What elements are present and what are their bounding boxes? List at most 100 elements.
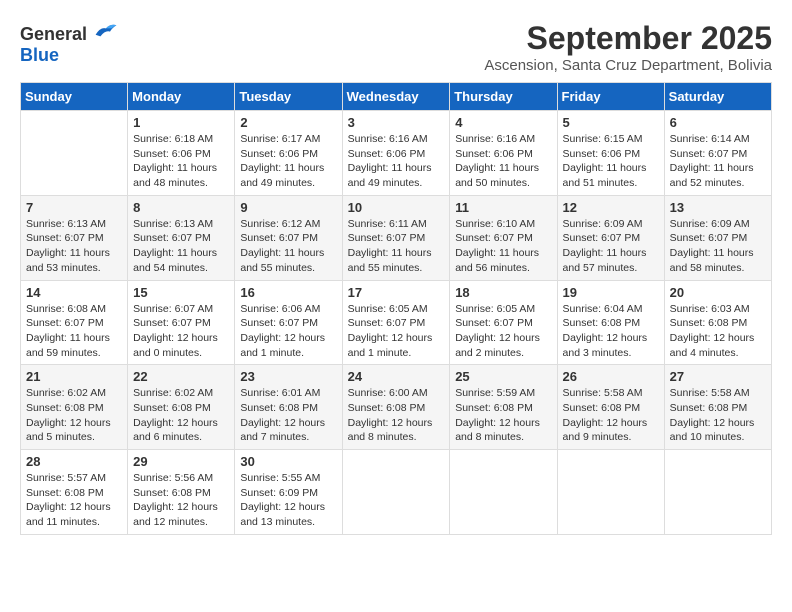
calendar-cell: 13 Sunrise: 6:09 AM Sunset: 6:07 PM Dayli… xyxy=(664,195,771,280)
location-subtitle: Ascension, Santa Cruz Department, Bolivi… xyxy=(484,57,772,74)
day-number: 28 xyxy=(26,454,122,469)
day-header-thursday: Thursday xyxy=(450,83,557,111)
calendar-cell: 11 Sunrise: 6:10 AM Sunset: 6:07 PM Dayli… xyxy=(450,195,557,280)
day-headers-row: SundayMondayTuesdayWednesdayThursdayFrid… xyxy=(21,83,772,111)
day-info: Sunrise: 5:55 AM Sunset: 6:09 PM Dayligh… xyxy=(240,471,336,530)
calendar-week-4: 21 Sunrise: 6:02 AM Sunset: 6:08 PM Dayli… xyxy=(21,365,772,450)
day-info: Sunrise: 6:02 AM Sunset: 6:08 PM Dayligh… xyxy=(26,386,122,445)
day-number: 17 xyxy=(348,285,445,300)
day-info: Sunrise: 6:00 AM Sunset: 6:08 PM Dayligh… xyxy=(348,386,445,445)
day-number: 26 xyxy=(563,369,659,384)
day-number: 7 xyxy=(26,200,122,215)
day-number: 6 xyxy=(670,115,766,130)
day-info: Sunrise: 6:16 AM Sunset: 6:06 PM Dayligh… xyxy=(455,132,551,191)
day-number: 5 xyxy=(563,115,659,130)
calendar-cell xyxy=(342,450,450,535)
day-number: 14 xyxy=(26,285,122,300)
day-header-monday: Monday xyxy=(128,83,235,111)
calendar-cell: 27 Sunrise: 5:58 AM Sunset: 6:08 PM Dayli… xyxy=(664,365,771,450)
day-number: 8 xyxy=(133,200,229,215)
day-info: Sunrise: 6:01 AM Sunset: 6:08 PM Dayligh… xyxy=(240,386,336,445)
calendar-cell: 3 Sunrise: 6:16 AM Sunset: 6:06 PM Daylig… xyxy=(342,111,450,196)
day-info: Sunrise: 6:10 AM Sunset: 6:07 PM Dayligh… xyxy=(455,217,551,276)
day-info: Sunrise: 5:59 AM Sunset: 6:08 PM Dayligh… xyxy=(455,386,551,445)
calendar-cell: 15 Sunrise: 6:07 AM Sunset: 6:07 PM Dayli… xyxy=(128,280,235,365)
month-title: September 2025 xyxy=(484,20,772,57)
day-number: 1 xyxy=(133,115,229,130)
day-number: 11 xyxy=(455,200,551,215)
calendar-cell xyxy=(21,111,128,196)
day-header-sunday: Sunday xyxy=(21,83,128,111)
calendar-week-1: 1 Sunrise: 6:18 AM Sunset: 6:06 PM Daylig… xyxy=(21,111,772,196)
calendar-week-5: 28Sunrise: 5:57 AM Sunset: 6:08 PM Dayli… xyxy=(21,450,772,535)
day-info: Sunrise: 5:56 AM Sunset: 6:08 PM Dayligh… xyxy=(133,471,229,530)
day-header-friday: Friday xyxy=(557,83,664,111)
calendar-cell: 19Sunrise: 6:04 AM Sunset: 6:08 PM Dayli… xyxy=(557,280,664,365)
day-number: 4 xyxy=(455,115,551,130)
day-info: Sunrise: 5:58 AM Sunset: 6:08 PM Dayligh… xyxy=(670,386,766,445)
calendar-cell: 21 Sunrise: 6:02 AM Sunset: 6:08 PM Dayli… xyxy=(21,365,128,450)
calendar-cell xyxy=(664,450,771,535)
day-info: Sunrise: 5:58 AM Sunset: 6:08 PM Dayligh… xyxy=(563,386,659,445)
day-info: Sunrise: 6:12 AM Sunset: 6:07 PM Dayligh… xyxy=(240,217,336,276)
calendar-cell: 8 Sunrise: 6:13 AM Sunset: 6:07 PM Daylig… xyxy=(128,195,235,280)
calendar-header: SundayMondayTuesdayWednesdayThursdayFrid… xyxy=(21,83,772,111)
day-number: 21 xyxy=(26,369,122,384)
calendar-cell: 10Sunrise: 6:11 AM Sunset: 6:07 PM Dayli… xyxy=(342,195,450,280)
day-number: 3 xyxy=(348,115,445,130)
day-info: Sunrise: 6:18 AM Sunset: 6:06 PM Dayligh… xyxy=(133,132,229,191)
day-number: 18 xyxy=(455,285,551,300)
logo-general: General xyxy=(20,24,87,44)
logo: General Blue xyxy=(20,20,118,66)
calendar-cell: 28Sunrise: 5:57 AM Sunset: 6:08 PM Dayli… xyxy=(21,450,128,535)
calendar-cell: 4 Sunrise: 6:16 AM Sunset: 6:06 PM Daylig… xyxy=(450,111,557,196)
calendar-cell: 6Sunrise: 6:14 AM Sunset: 6:07 PM Daylig… xyxy=(664,111,771,196)
page-header: General Blue September 2025 Ascension, S… xyxy=(20,20,772,74)
day-number: 13 xyxy=(670,200,766,215)
logo-bird-icon xyxy=(94,20,118,40)
day-info: Sunrise: 6:02 AM Sunset: 6:08 PM Dayligh… xyxy=(133,386,229,445)
day-info: Sunrise: 6:07 AM Sunset: 6:07 PM Dayligh… xyxy=(133,302,229,361)
day-number: 27 xyxy=(670,369,766,384)
day-number: 29 xyxy=(133,454,229,469)
day-number: 12 xyxy=(563,200,659,215)
calendar-week-3: 14 Sunrise: 6:08 AM Sunset: 6:07 PM Dayli… xyxy=(21,280,772,365)
calendar-cell: 20 Sunrise: 6:03 AM Sunset: 6:08 PM Dayli… xyxy=(664,280,771,365)
calendar-table: SundayMondayTuesdayWednesdayThursdayFrid… xyxy=(20,82,772,535)
calendar-cell: 7 Sunrise: 6:13 AM Sunset: 6:07 PM Daylig… xyxy=(21,195,128,280)
calendar-cell: 18 Sunrise: 6:05 AM Sunset: 6:07 PM Dayli… xyxy=(450,280,557,365)
day-info: Sunrise: 6:05 AM Sunset: 6:07 PM Dayligh… xyxy=(455,302,551,361)
calendar-cell: 5Sunrise: 6:15 AM Sunset: 6:06 PM Daylig… xyxy=(557,111,664,196)
day-info: Sunrise: 6:17 AM Sunset: 6:06 PM Dayligh… xyxy=(240,132,336,191)
day-info: Sunrise: 6:06 AM Sunset: 6:07 PM Dayligh… xyxy=(240,302,336,361)
calendar-cell: 1 Sunrise: 6:18 AM Sunset: 6:06 PM Daylig… xyxy=(128,111,235,196)
title-section: September 2025 Ascension, Santa Cruz Dep… xyxy=(484,20,772,74)
calendar-cell: 14 Sunrise: 6:08 AM Sunset: 6:07 PM Dayli… xyxy=(21,280,128,365)
day-number: 15 xyxy=(133,285,229,300)
day-number: 20 xyxy=(670,285,766,300)
day-info: Sunrise: 6:13 AM Sunset: 6:07 PM Dayligh… xyxy=(26,217,122,276)
day-number: 24 xyxy=(348,369,445,384)
day-number: 22 xyxy=(133,369,229,384)
day-number: 2 xyxy=(240,115,336,130)
day-number: 30 xyxy=(240,454,336,469)
logo-text: General Blue xyxy=(20,20,118,66)
day-info: Sunrise: 6:16 AM Sunset: 6:06 PM Dayligh… xyxy=(348,132,445,191)
calendar-cell: 25 Sunrise: 5:59 AM Sunset: 6:08 PM Dayli… xyxy=(450,365,557,450)
calendar-cell: 2 Sunrise: 6:17 AM Sunset: 6:06 PM Daylig… xyxy=(235,111,342,196)
day-number: 19 xyxy=(563,285,659,300)
day-info: Sunrise: 6:13 AM Sunset: 6:07 PM Dayligh… xyxy=(133,217,229,276)
day-header-saturday: Saturday xyxy=(664,83,771,111)
day-info: Sunrise: 6:03 AM Sunset: 6:08 PM Dayligh… xyxy=(670,302,766,361)
calendar-cell: 30 Sunrise: 5:55 AM Sunset: 6:09 PM Dayli… xyxy=(235,450,342,535)
day-info: Sunrise: 6:08 AM Sunset: 6:07 PM Dayligh… xyxy=(26,302,122,361)
calendar-week-2: 7 Sunrise: 6:13 AM Sunset: 6:07 PM Daylig… xyxy=(21,195,772,280)
logo-blue: Blue xyxy=(20,45,59,65)
day-header-wednesday: Wednesday xyxy=(342,83,450,111)
day-info: Sunrise: 6:09 AM Sunset: 6:07 PM Dayligh… xyxy=(670,217,766,276)
calendar-body: 1 Sunrise: 6:18 AM Sunset: 6:06 PM Daylig… xyxy=(21,111,772,535)
day-info: Sunrise: 6:09 AM Sunset: 6:07 PM Dayligh… xyxy=(563,217,659,276)
calendar-cell: 26 Sunrise: 5:58 AM Sunset: 6:08 PM Dayli… xyxy=(557,365,664,450)
day-number: 25 xyxy=(455,369,551,384)
calendar-cell: 24 Sunrise: 6:00 AM Sunset: 6:08 PM Dayli… xyxy=(342,365,450,450)
